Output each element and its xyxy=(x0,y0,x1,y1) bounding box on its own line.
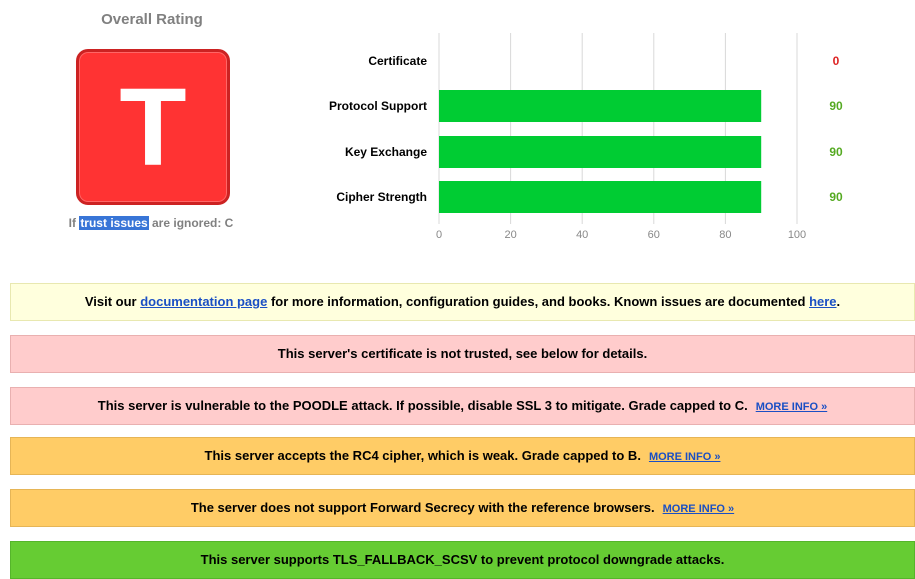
notice-orange: This server accepts the RC4 cipher, whic… xyxy=(10,437,915,475)
more-info-link[interactable]: MORE INFO » xyxy=(649,451,721,463)
notice-text: This server supports TLS_FALLBACK_SCSV t… xyxy=(200,552,725,567)
notice-text: This server accepts the RC4 cipher, whic… xyxy=(204,448,641,463)
x-tick-label: 80 xyxy=(719,229,731,241)
notice-link[interactable]: here xyxy=(809,294,836,309)
x-tick-label: 100 xyxy=(788,229,806,241)
bar-cipher-strength xyxy=(439,181,762,213)
value-label: 90 xyxy=(829,190,843,204)
category-label: Protocol Support xyxy=(329,99,427,113)
notice-green: This server supports TLS_FALLBACK_SCSV t… xyxy=(10,541,915,579)
category-label: Key Exchange xyxy=(345,145,427,159)
notice-text: The server does not support Forward Secr… xyxy=(190,500,655,515)
x-tick-label: 0 xyxy=(436,229,442,241)
value-label: 90 xyxy=(829,99,843,113)
notice-text: for more information, configuration guid… xyxy=(267,294,810,309)
bar-protocol-support xyxy=(439,90,762,122)
more-info-link[interactable]: MORE INFO » xyxy=(663,503,735,515)
notice-text: . xyxy=(836,294,841,309)
notice-orange: The server does not support Forward Secr… xyxy=(10,489,915,527)
bar-key-exchange xyxy=(439,136,762,168)
notice-yellow: Visit our documentation page for more in… xyxy=(10,283,915,321)
x-tick-label: 60 xyxy=(648,229,660,241)
rating-chart: 0 20 40 60 80 100 Certificate 0 Protocol Support… xyxy=(329,33,843,241)
value-label: 0 xyxy=(833,54,840,68)
value-label: 90 xyxy=(829,145,843,159)
notice-red: This server is vulnerable to the POODLE … xyxy=(10,387,915,425)
x-tick-label: 40 xyxy=(576,229,588,241)
notice-text: This server's certificate is not trusted… xyxy=(277,346,648,361)
notice-text: Visit our xyxy=(84,294,141,309)
category-label: Certificate xyxy=(368,54,427,68)
notice-link[interactable]: documentation page xyxy=(140,294,267,309)
notice-text: This server is vulnerable to the POODLE … xyxy=(97,398,748,413)
category-label: Cipher Strength xyxy=(336,190,427,204)
x-tick-label: 20 xyxy=(504,229,516,241)
more-info-link[interactable]: MORE INFO » xyxy=(756,401,828,413)
notice-red: This server's certificate is not trusted… xyxy=(10,335,915,373)
